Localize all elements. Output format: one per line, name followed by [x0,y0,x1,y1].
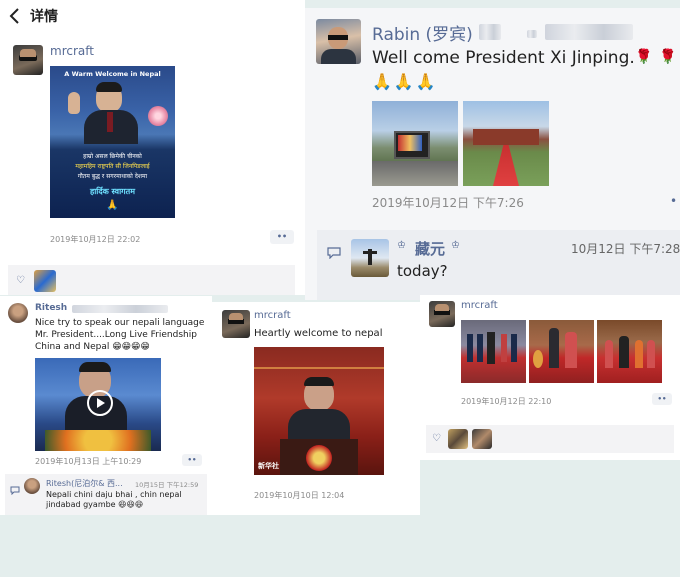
redacted-name [545,24,633,40]
avatar[interactable] [316,19,361,64]
folded-hands-icon: 🙏 [106,200,119,211]
comment-username[interactable]: 藏元 [415,238,445,259]
avatar[interactable] [429,301,455,327]
avatar[interactable] [13,45,43,75]
post-text: Nice try to speak our nepali language Mr… [35,317,205,353]
ceremony-photo[interactable] [529,320,594,383]
folded-hands-icon: 🙏🙏🙏 [372,72,438,91]
comment-icon [10,480,20,496]
timestamp: 2019年10月12日 下午7:26 [372,196,524,210]
crown-icon: ♔ [397,240,406,251]
poster-line-1: हाम्रो असल छिमेकी चीनको [83,153,142,160]
rose-icon: 🌹 [635,49,653,65]
poster-line-3: गौतम बुद्ध र सगरमाथाको देशमा [77,173,148,180]
username[interactable]: mrcraft [461,300,498,311]
commenter-avatar[interactable] [351,239,389,277]
liker-avatar[interactable] [34,270,56,292]
welcome-poster-image[interactable]: A Warm Welcome in Nepal हाम्रो असल छिमेक… [50,66,175,218]
poster-heading: A Warm Welcome in Nepal [64,70,161,78]
welcome-sign-photo[interactable] [372,101,458,186]
username[interactable]: mrcraft [50,44,94,58]
post-text: Well come President Xi Jinping. [372,48,635,68]
more-button[interactable]: •• [652,393,672,405]
rabin-post-panel: Rabin (罗宾) Well come President Xi Jinpin… [305,8,680,300]
emblem-icon [306,445,332,471]
redacted-name [72,305,168,313]
liker-avatar[interactable] [448,429,468,449]
rose-icon: 🌹 [659,49,677,65]
raised-hand [68,92,80,114]
redacted-name [479,24,501,40]
comment-text: today? [397,262,448,280]
timestamp: 2019年10月12日 22:10 [461,397,552,406]
username[interactable]: Rabin (罗宾) [372,20,473,45]
heart-icon: ♡ [16,275,25,286]
video-thumbnail[interactable] [35,358,161,451]
comment-time: 10月12日 下午7:28 [571,242,680,256]
avatar[interactable] [222,310,250,338]
comment-username[interactable]: Ritesh(尼泊尔& 西... [46,478,123,489]
commenter-avatar[interactable] [24,478,40,494]
page-title: 详情 [30,9,58,25]
more-icon[interactable]: • [670,194,677,208]
play-icon[interactable] [87,390,113,416]
grin-emoji: 😁😁😁😁 [112,342,150,352]
welcome-dancers-photo[interactable] [597,320,662,383]
president-portrait [80,82,142,144]
flower-icon [148,106,168,126]
poster-line-4: हार्दिक स्वागतम [89,187,136,196]
back-icon[interactable] [6,6,26,26]
avatar[interactable] [8,303,28,323]
comment-time: 10月15日 下午12:59 [135,481,199,489]
comment-icon [327,244,341,260]
laugh-emoji: 😆😆😆 [118,500,144,509]
mrcraft-welcome-post-panel: mrcraft Heartly welcome to nepal 新华社 201… [212,302,420,515]
guard-of-honour-photo[interactable] [461,320,526,383]
timestamp: 2019年10月10日 12:04 [254,491,345,500]
liker-avatar[interactable] [472,429,492,449]
mrcraft-photos-post-panel: mrcraft 2019年10月12日 22:10 •• ♡ [420,295,680,460]
heart-icon: ♡ [432,433,441,444]
crown-icon: ♔ [451,240,460,251]
username[interactable]: Ritesh [35,303,67,313]
username[interactable]: mrcraft [254,310,291,321]
comment-text: Nepali chini daju bhai , chin nepal jind… [46,490,201,510]
comment-text-body: Nepali chini daju bhai , chin nepal jind… [46,490,182,509]
tiananmen-speech-photo[interactable]: 新华社 [254,347,384,475]
ritesh-post-panel: Ritesh Nice try to speak our nepali lang… [0,296,212,515]
moment-detail-panel: 详情 mrcraft A Warm Welcome in Nepal हाम्र… [0,0,305,295]
redacted-name [527,30,537,38]
more-button[interactable]: •• [182,454,202,466]
xinhua-watermark: 新华社 [258,462,279,470]
timestamp: 2019年10月12日 22:02 [50,235,141,244]
poster-line-2: महामहिम राष्ट्रपति सी जिनपिङलाई [75,163,150,170]
more-button[interactable]: •• [270,230,294,244]
post-text: Heartly welcome to nepal [254,328,383,339]
red-carpet-photo[interactable] [463,101,549,186]
timestamp: 2019年10月13日 上午10:29 [35,457,142,466]
